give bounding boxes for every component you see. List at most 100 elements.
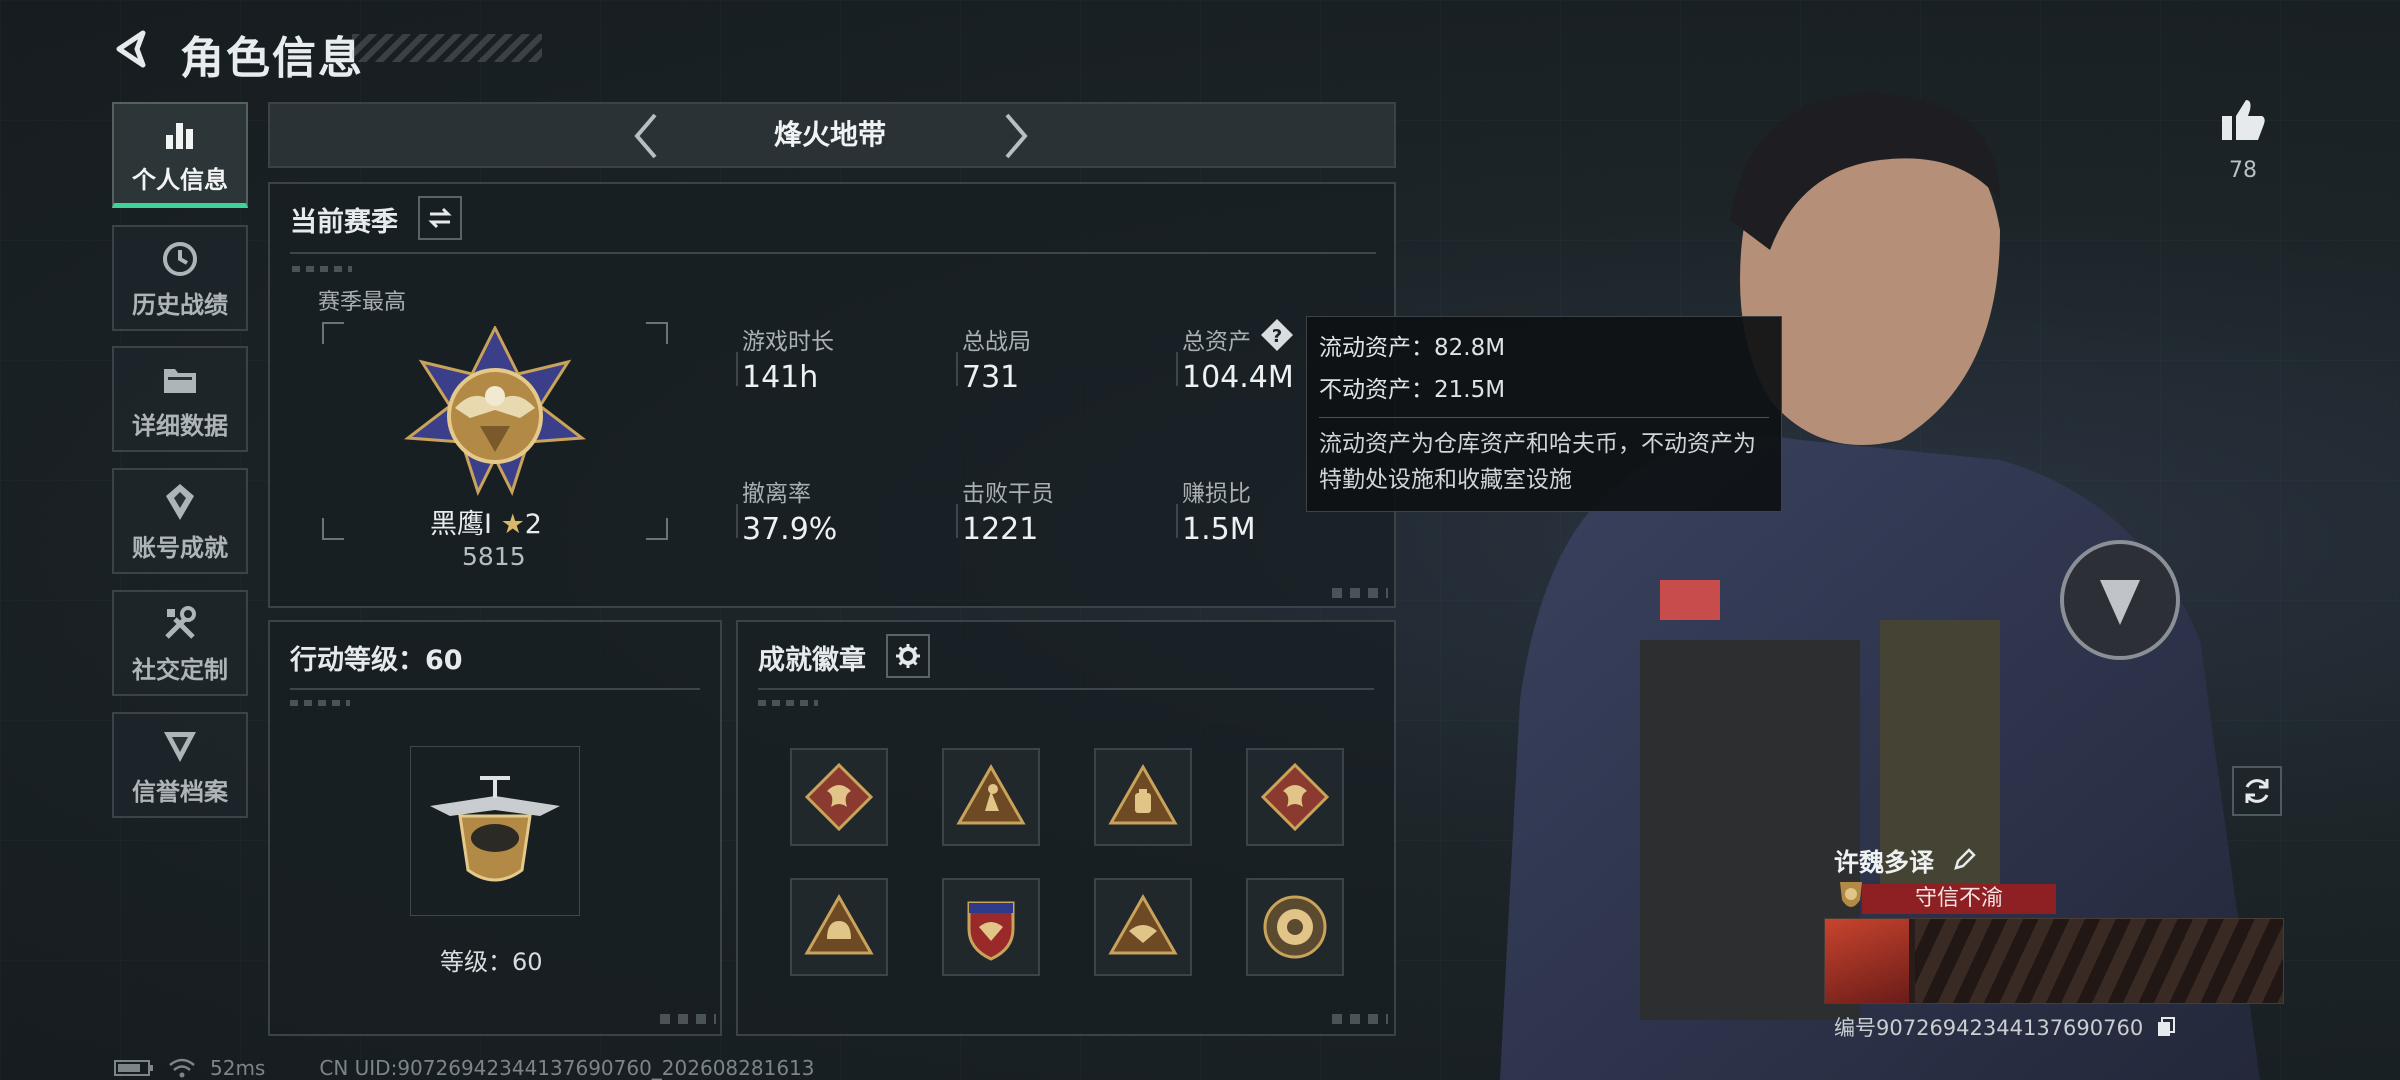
badge-slot-5[interactable] xyxy=(790,878,888,976)
stat-divider xyxy=(736,352,738,386)
badge-slot-1[interactable] xyxy=(790,748,888,846)
thumbs-up-icon xyxy=(2222,100,2265,140)
badges-settings-button[interactable] xyxy=(886,634,930,678)
stat-value-kills: 1221 xyxy=(962,512,1039,547)
wifi-icon xyxy=(169,1058,195,1078)
decor-dashes xyxy=(290,700,350,706)
triangle-figure-badge-icon xyxy=(956,763,1026,825)
ping-value: 52ms xyxy=(210,1056,266,1080)
assets-tooltip: 流动资产：82.8M 不动资产：21.5M 流动资产为仓库资产和哈夫币，不动资产… xyxy=(1306,316,1782,512)
panel-corner-decoration xyxy=(1332,1014,1388,1024)
stat-label-total-assets: 总资产 xyxy=(1182,329,1251,355)
triangle-eagle-badge-icon xyxy=(1108,893,1178,955)
action-level-divider xyxy=(290,688,700,690)
badges-divider xyxy=(758,688,1374,690)
stat-value-playtime: 141h xyxy=(742,360,819,395)
panel-corner-decoration xyxy=(660,1014,716,1024)
badge-slot-8[interactable] xyxy=(1246,878,1344,976)
player-name-text: 许魏多译 xyxy=(1834,848,1935,877)
swap-icon xyxy=(428,207,452,229)
name-card-background xyxy=(1915,919,2283,1003)
copy-icon[interactable] xyxy=(2156,1016,2176,1043)
shield-eagle-badge-icon xyxy=(967,901,1015,961)
round-emblem-badge-icon xyxy=(1263,895,1327,959)
assets-help-button[interactable]: ? xyxy=(1260,318,1294,352)
season-divider xyxy=(290,252,1376,254)
stat-label-profit-ratio: 赚损比 xyxy=(1182,481,1251,507)
season-title: 当前赛季 xyxy=(290,207,398,238)
chevron-left-icon xyxy=(634,113,657,159)
mode-tab-title: 烽火地带 xyxy=(773,118,886,151)
badge-slot-6[interactable] xyxy=(942,878,1040,976)
refresh-icon xyxy=(2245,779,2269,803)
sidebar-item-label: 信誉档案 xyxy=(132,777,228,806)
prev-mode-button[interactable] xyxy=(624,108,668,164)
stat-divider xyxy=(736,504,738,538)
rank-points: 5815 xyxy=(462,542,526,571)
badge-slot-4[interactable] xyxy=(1246,748,1344,846)
sidebar-item-label: 详细数据 xyxy=(132,411,228,440)
action-level-label: 等级：60 xyxy=(440,948,543,976)
svg-text:?: ? xyxy=(1272,326,1282,347)
rank-stars: 2 xyxy=(524,509,542,540)
bracket-tl xyxy=(322,322,344,344)
season-switch-button[interactable] xyxy=(418,196,462,240)
dragon-badge-icon xyxy=(1260,762,1330,832)
back-button[interactable] xyxy=(108,24,158,74)
dragon-badge-icon xyxy=(804,762,874,832)
player-name: 许魏多译 xyxy=(1834,843,1977,879)
tools-icon xyxy=(161,602,199,646)
next-mode-button[interactable] xyxy=(994,108,1038,164)
stat-divider xyxy=(1176,352,1178,386)
stat-value-total-matches: 731 xyxy=(962,360,1020,395)
helicopter-emblem-icon xyxy=(430,776,560,882)
like-button[interactable] xyxy=(2218,96,2268,146)
sidebar-item-label: 历史战绩 xyxy=(132,290,228,319)
decor-dashes xyxy=(292,266,352,272)
like-count: 78 xyxy=(2229,158,2257,183)
sidebar-item-social[interactable]: 社交定制 xyxy=(112,590,248,696)
star-icon: ★ xyxy=(500,509,525,540)
account-uid-line: CN UID:90726942344137690760_202608281613 xyxy=(319,1056,815,1080)
sidebar-item-detailed-data[interactable]: 详细数据 xyxy=(112,346,248,452)
panel-corner-decoration xyxy=(1332,588,1388,598)
stat-label-extraction-rate: 撤离率 xyxy=(742,481,811,507)
chevron-right-icon xyxy=(1005,113,1028,159)
badges-title: 成就徽章 xyxy=(758,645,866,676)
stat-divider xyxy=(956,352,958,386)
folder-icon xyxy=(161,358,199,402)
avatar xyxy=(1825,919,1909,1003)
stat-divider xyxy=(956,504,958,538)
question-icon: ? xyxy=(1261,319,1293,351)
status-bar: 52ms CN UID:90726942344137690760_2026082… xyxy=(114,1056,815,1080)
tooltip-description: 流动资产为仓库资产和哈夫币，不动资产为特勤处设施和收藏室设施 xyxy=(1319,431,1756,493)
refresh-button[interactable] xyxy=(2232,766,2282,816)
badge-slot-2[interactable] xyxy=(942,748,1040,846)
sidebar-item-reputation[interactable]: 信誉档案 xyxy=(112,712,248,818)
season-best-label: 赛季最高 xyxy=(318,290,407,315)
triangle-backpack-badge-icon xyxy=(1108,763,1178,825)
action-level-title: 行动等级：60 xyxy=(290,645,463,676)
gear-icon xyxy=(896,644,920,668)
name-card-strip[interactable] xyxy=(1824,918,2284,1004)
bracket-bl xyxy=(322,518,344,540)
player-uid: 编号9072694234413769076​0 xyxy=(1834,1012,2176,1043)
tooltip-divider xyxy=(1319,417,1769,418)
stat-value-profit-ratio: 1.5M xyxy=(1182,512,1256,547)
tooltip-liquid-assets: 流动资产：82.8M xyxy=(1319,335,1506,361)
achievement-icon xyxy=(162,480,198,524)
sidebar-item-history[interactable]: 历史战绩 xyxy=(112,225,248,331)
badge-slot-3[interactable] xyxy=(1094,748,1192,846)
sidebar-item-label: 账号成就 xyxy=(132,533,228,562)
shield-emblem-icon xyxy=(161,724,199,768)
badge-slot-7[interactable] xyxy=(1094,878,1192,976)
rank-name-text: 黑鹰I xyxy=(430,509,492,540)
stat-label-total-matches: 总战局 xyxy=(962,329,1031,355)
sidebar-item-personal-info[interactable]: 个人信息 xyxy=(112,102,248,208)
sidebar-item-achievements[interactable]: 账号成就 xyxy=(112,468,248,574)
battery-icon xyxy=(114,1060,153,1076)
edit-name-icon[interactable] xyxy=(1953,847,1977,877)
back-arrow-icon xyxy=(116,30,146,68)
stat-label-kills: 击败干员 xyxy=(962,481,1054,507)
bracket-tr xyxy=(646,322,668,344)
